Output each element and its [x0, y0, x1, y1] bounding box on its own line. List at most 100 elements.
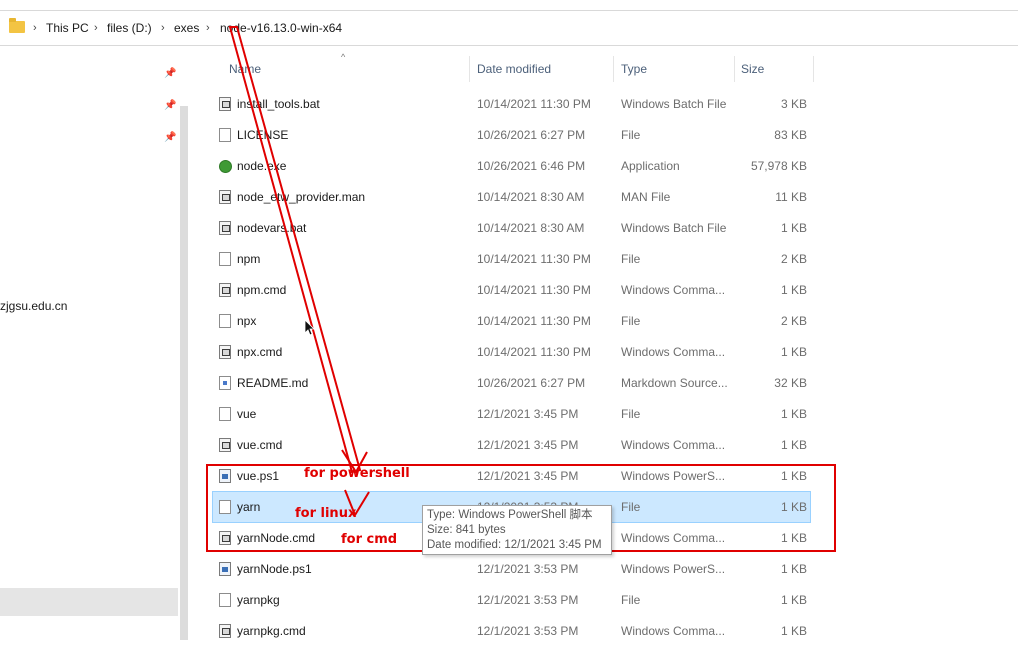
file-row[interactable]: LICENSE 10/26/2021 6:27 PM File 83 KB — [213, 120, 810, 150]
file-type: File — [621, 593, 641, 607]
file-row[interactable]: npx 10/14/2021 11:30 PM File 2 KB — [213, 306, 810, 336]
file-size: 83 KB — [774, 128, 807, 142]
batch-file-icon — [219, 438, 231, 452]
file-name: vue — [237, 407, 257, 421]
nav-item-network-location[interactable]: zjgsu.edu.cn — [0, 299, 67, 313]
file-name: LICENSE — [237, 128, 289, 142]
file-type: Windows Comma... — [621, 624, 726, 638]
file-name: npx — [237, 314, 257, 328]
column-divider[interactable] — [469, 56, 470, 82]
column-divider[interactable] — [813, 56, 814, 82]
column-header-name[interactable]: Name — [229, 54, 261, 84]
column-divider[interactable] — [613, 56, 614, 82]
file-date-modified: 10/14/2021 11:30 PM — [477, 252, 591, 266]
file-name: README.md — [237, 376, 309, 390]
file-row[interactable]: vue.ps1 12/1/2021 3:45 PM Windows PowerS..… — [213, 461, 810, 491]
file-date-modified: 10/14/2021 11:30 PM — [477, 314, 591, 328]
batch-file-icon — [219, 531, 231, 545]
file-size: 1 KB — [780, 531, 807, 545]
file-date-modified: 12/1/2021 3:45 PM — [477, 469, 579, 483]
file-row[interactable]: vue.cmd 12/1/2021 3:45 PM Windows Comma...… — [213, 430, 810, 460]
file-size: 1 KB — [780, 593, 807, 607]
file-name: npm — [237, 252, 261, 266]
file-row[interactable]: yarnNode.ps1 12/1/2021 3:53 PM Windows Pow… — [213, 554, 810, 584]
file-type: MAN File — [621, 190, 671, 204]
file-row[interactable]: README.md 10/26/2021 6:27 PM Markdown Sour… — [213, 368, 810, 398]
batch-file-icon — [219, 624, 231, 638]
column-header-type[interactable]: Type — [621, 54, 647, 84]
file-date-modified: 12/1/2021 3:45 PM — [477, 407, 579, 421]
tooltip-size: Size: 841 bytes — [427, 524, 506, 536]
column-header-row: Name ^ Date modified Type Size — [196, 52, 1018, 84]
navigation-pane: 📌 📌 📌 zjgsu.edu.cn — [0, 45, 196, 652]
file-row[interactable]: yarnpkg.cmd 12/1/2021 3:53 PM Windows Comm… — [213, 616, 810, 646]
chevron-right-icon[interactable]: › — [33, 11, 37, 45]
node-exe-icon — [219, 160, 232, 173]
file-size: 1 KB — [780, 500, 807, 514]
file-date-modified: 10/14/2021 8:30 AM — [477, 221, 585, 235]
column-header-size[interactable]: Size — [741, 54, 764, 84]
file-date-modified: 10/26/2021 6:27 PM — [477, 376, 586, 390]
chevron-right-icon[interactable]: › — [206, 11, 210, 45]
breadcrumb-exes[interactable]: exes — [174, 11, 199, 45]
file-size: 2 KB — [780, 252, 807, 266]
nav-item-selected[interactable] — [0, 588, 178, 616]
file-size: 57,978 KB — [750, 159, 807, 173]
file-name: nodevars.bat — [237, 221, 307, 235]
file-size: 1 KB — [780, 469, 807, 483]
breadcrumb-drive[interactable]: files (D:) — [107, 11, 152, 45]
file-row[interactable]: npx.cmd 10/14/2021 11:30 PM Windows Comma.… — [213, 337, 810, 367]
file-size: 1 KB — [780, 221, 807, 235]
file-name: yarnNode.ps1 — [237, 562, 312, 576]
address-bar[interactable]: › This PC › files (D:) › exes › node-v16… — [0, 10, 1018, 46]
file-row[interactable]: node_etw_provider.man 10/14/2021 8:30 AM M… — [213, 182, 810, 212]
file-date-modified: 12/1/2021 3:53 PM — [477, 593, 579, 607]
annotation-for-linux: for linux — [295, 506, 357, 521]
file-type: Application — [621, 159, 680, 173]
pin-icon[interactable]: 📌 — [164, 132, 176, 144]
file-date-modified: 10/14/2021 11:30 PM — [477, 345, 591, 359]
file-date-modified: 10/26/2021 6:27 PM — [477, 128, 586, 142]
file-type: File — [621, 314, 641, 328]
file-date-modified: 12/1/2021 3:53 PM — [477, 562, 579, 576]
breadcrumb-current-folder[interactable]: node-v16.13.0-win-x64 — [220, 11, 342, 45]
batch-file-icon — [219, 97, 231, 111]
column-divider[interactable] — [734, 56, 735, 82]
file-type: Windows Comma... — [621, 438, 726, 452]
file-type: Windows Comma... — [621, 531, 726, 545]
file-type: Markdown Source... — [621, 376, 728, 390]
mouse-cursor-icon — [305, 320, 315, 336]
file-row[interactable]: install_tools.bat 10/14/2021 11:30 PM Wind… — [213, 89, 810, 119]
nav-scrollbar[interactable] — [180, 106, 188, 640]
file-row[interactable]: npm.cmd 10/14/2021 11:30 PM Windows Comma.… — [213, 275, 810, 305]
file-type: File — [621, 407, 641, 421]
file-type: File — [621, 500, 641, 514]
file-tooltip: Type: Windows PowerShell 脚本 Size: 841 by… — [422, 505, 612, 555]
tooltip-type: Type: Windows PowerShell 脚本 — [427, 509, 593, 521]
file-row[interactable]: vue 12/1/2021 3:45 PM File 1 KB — [213, 399, 810, 429]
chevron-right-icon[interactable]: › — [161, 11, 165, 45]
file-size: 1 KB — [780, 345, 807, 359]
file-row[interactable]: node.exe 10/26/2021 6:46 PM Application 57,… — [213, 151, 810, 181]
file-size: 11 KB — [775, 190, 807, 204]
chevron-right-icon[interactable]: › — [94, 11, 98, 45]
file-name: yarnpkg.cmd — [237, 624, 306, 638]
file-type: Windows PowerS... — [621, 562, 726, 576]
pin-icon[interactable]: 📌 — [164, 68, 176, 80]
batch-file-icon — [219, 345, 231, 359]
file-row[interactable]: nodevars.bat 10/14/2021 8:30 AM Windows Ba… — [213, 213, 810, 243]
file-size: 1 KB — [780, 283, 807, 297]
pin-icon[interactable]: 📌 — [164, 100, 176, 112]
file-size: 1 KB — [780, 438, 807, 452]
file-row[interactable]: yarnpkg 12/1/2021 3:53 PM File 1 KB — [213, 585, 810, 615]
file-type: Windows Comma... — [621, 283, 726, 297]
file-name: npx.cmd — [237, 345, 283, 359]
breadcrumb-this-pc[interactable]: This PC — [46, 11, 89, 45]
folder-icon — [9, 18, 25, 33]
file-date-modified: 10/14/2021 11:30 PM — [477, 97, 591, 111]
column-header-date-modified[interactable]: Date modified — [477, 54, 551, 84]
file-name: node_etw_provider.man — [237, 190, 366, 204]
file-row[interactable]: npm 10/14/2021 11:30 PM File 2 KB — [213, 244, 810, 274]
file-date-modified: 10/14/2021 8:30 AM — [477, 190, 585, 204]
batch-file-icon — [219, 283, 231, 297]
